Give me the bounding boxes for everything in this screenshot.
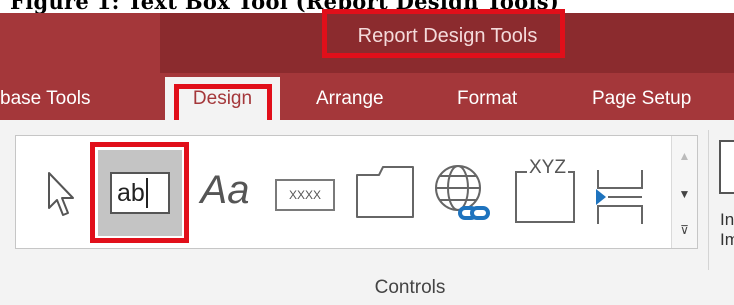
insert-image-label-line1: In xyxy=(720,210,734,229)
tab-label: Arrange xyxy=(316,88,384,109)
option-group-text: XYZ xyxy=(527,157,568,179)
tab-page-setup[interactable]: Page Setup xyxy=(592,77,717,121)
tab-label: Design xyxy=(192,88,253,109)
figure-caption: Figure 1: Text Box Tool (Report Design T… xyxy=(0,0,734,13)
text-box-icon: ab xyxy=(110,172,170,214)
caption-text: Figure 1: Text Box Tool (Report Design T… xyxy=(10,0,560,13)
gallery-scrollbar: ▲ ▼ ⊽ xyxy=(671,136,697,248)
gallery-more-icon: ⊽ xyxy=(680,222,689,237)
hyperlink-icon[interactable] xyxy=(430,158,494,232)
tab-label: Page Setup xyxy=(592,88,692,109)
gallery-scroll-down-button[interactable]: ▼ xyxy=(672,176,697,211)
gallery-more-button[interactable]: ⊽ xyxy=(672,212,697,247)
option-group-control[interactable]: XYZ xyxy=(512,157,578,224)
label-icon[interactable]: Aa xyxy=(193,160,257,220)
insert-page-break-icon[interactable] xyxy=(590,163,650,231)
scroll-down-icon: ▼ xyxy=(678,186,691,201)
button-control[interactable]: XXXX xyxy=(270,170,340,220)
group-separator xyxy=(708,130,709,270)
gallery-scroll-up-button[interactable]: ▲ xyxy=(672,138,697,173)
tab-arrange[interactable]: Arrange xyxy=(316,77,406,121)
tab-design[interactable]: Design xyxy=(165,77,280,121)
tab-label: base Tools xyxy=(0,88,91,109)
select-pointer-icon[interactable] xyxy=(40,160,80,230)
tab-database-tools[interactable]: base Tools xyxy=(0,77,150,121)
text-box-icon-text: ab xyxy=(117,178,145,207)
tab-label: Format xyxy=(457,88,518,109)
text-cursor xyxy=(145,178,148,208)
option-group-icon: XYZ xyxy=(515,157,575,223)
scroll-up-icon: ▲ xyxy=(678,148,691,163)
tab-format[interactable]: Format xyxy=(457,77,537,121)
label-icon-text: Aa xyxy=(200,167,250,212)
button-control-text: XXXX xyxy=(288,188,321,202)
tab-control-icon[interactable] xyxy=(354,160,416,224)
contextual-tab-title: Report Design Tools xyxy=(357,25,538,47)
insert-image-label: In Im xyxy=(720,210,734,250)
text-box-button[interactable]: ab xyxy=(98,150,182,236)
insert-image-label-line2: Im xyxy=(720,230,734,249)
button-control-icon: XXXX xyxy=(275,179,335,211)
controls-group-label: Controls xyxy=(374,277,446,298)
insert-image-icon[interactable] xyxy=(719,140,734,194)
